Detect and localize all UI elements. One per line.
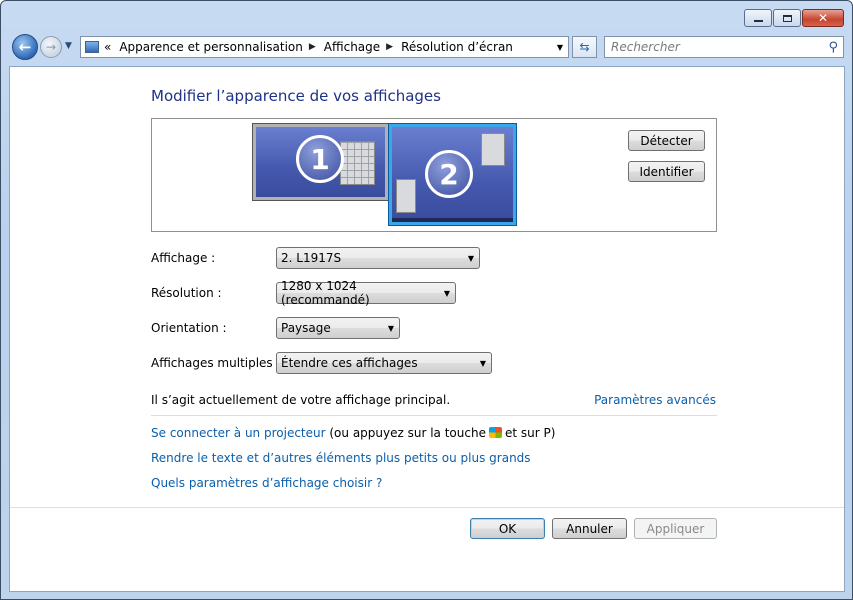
breadcrumb-overflow[interactable]: « (104, 40, 111, 54)
refresh-icon: ⇆ (579, 40, 590, 54)
address-dropdown-icon[interactable]: ▼ (557, 43, 563, 52)
search-box[interactable]: ⚲ (604, 36, 844, 58)
window-thumbnail (481, 133, 505, 166)
cancel-button[interactable]: Annuler (552, 518, 627, 539)
breadcrumb-separator-icon[interactable]: ▶ (309, 42, 316, 52)
identify-button[interactable]: Identifier (628, 161, 705, 182)
display-select-value: 2. L1917S (281, 251, 342, 265)
window: ✕ ← → ▼ « Apparence et personnalisation … (0, 0, 853, 600)
primary-display-info: Il s’agit actuellement de votre affichag… (151, 393, 451, 407)
address-bar[interactable]: « Apparence et personnalisation ▶ Affich… (80, 36, 569, 58)
minimize-button[interactable] (744, 9, 772, 27)
page-title: Modifier l’apparence de vos affichages (151, 87, 441, 105)
projector-line: Se connecter à un projecteur (ou appuyez… (151, 426, 555, 440)
chevron-down-icon: ▼ (479, 358, 486, 368)
monitor-1[interactable]: 1 (252, 123, 389, 201)
refresh-button[interactable]: ⇆ (572, 36, 597, 58)
resolution-label: Résolution : (151, 286, 222, 300)
breadcrumb-separator-icon[interactable]: ▶ (386, 42, 393, 52)
monitor-number: 1 (296, 135, 344, 183)
back-button[interactable]: ← (12, 34, 38, 60)
orientation-label: Orientation : (151, 321, 227, 335)
close-icon: ✕ (817, 11, 829, 25)
minimize-icon (753, 20, 763, 22)
footer-divider (10, 507, 844, 508)
display-label: Affichage : (151, 251, 216, 265)
forward-button[interactable]: → (40, 36, 62, 58)
apply-button[interactable]: Appliquer (634, 518, 717, 539)
resolution-select-value: 1280 x 1024 (recommandé) (281, 279, 370, 307)
caption-buttons: ✕ (744, 9, 844, 27)
back-arrow-icon: ← (18, 38, 32, 56)
windows-key-icon (488, 427, 502, 438)
ok-button[interactable]: OK (470, 518, 545, 539)
orientation-select-value: Paysage (281, 321, 331, 335)
breadcrumb-display[interactable]: Affichage (324, 40, 380, 54)
taskbar-thumbnail (392, 218, 513, 222)
text-size-link[interactable]: Rendre le texte et d’autres éléments plu… (151, 451, 531, 465)
which-settings-link[interactable]: Quels paramètres d’affichage choisir ? (151, 476, 382, 490)
monitor-2[interactable]: 2 (388, 123, 517, 226)
breadcrumb-appearance[interactable]: Apparence et personnalisation (119, 40, 303, 54)
projector-hint-a: (ou appuyez sur la touche (329, 426, 486, 440)
forward-arrow-icon: → (45, 40, 57, 54)
monitor-number: 2 (425, 150, 473, 198)
window-thumbnail (340, 141, 375, 185)
chevron-down-icon: ▼ (65, 41, 72, 51)
display-select[interactable]: 2. L1917S ▼ (276, 247, 480, 269)
advanced-settings-link[interactable]: Paramètres avancés (594, 393, 716, 407)
window-thumbnail (396, 179, 416, 213)
breadcrumb-screen-resolution[interactable]: Résolution d’écran (401, 40, 513, 54)
detect-button[interactable]: Détecter (628, 130, 705, 151)
close-button[interactable]: ✕ (802, 9, 844, 27)
maximize-icon (782, 14, 792, 22)
search-input[interactable] (611, 40, 811, 54)
maximize-button[interactable] (773, 9, 801, 27)
search-icon[interactable]: ⚲ (828, 40, 838, 55)
divider (151, 415, 717, 416)
monitor-arrangement: 1 2 Détecter Identifier (151, 118, 717, 232)
projector-link[interactable]: Se connecter à un projecteur (151, 426, 326, 440)
recent-pages-button[interactable]: ▼ (65, 41, 72, 51)
projector-hint-b: et sur P) (504, 426, 556, 440)
content-pane: Modifier l’apparence de vos affichages 1… (9, 66, 845, 592)
orientation-select[interactable]: Paysage ▼ (276, 317, 400, 339)
chevron-down-icon: ▼ (467, 253, 474, 263)
resolution-select[interactable]: 1280 x 1024 (recommandé) ▼ (276, 279, 456, 307)
control-panel-icon (85, 41, 99, 53)
chevron-down-icon: ▼ (443, 288, 450, 298)
multiple-displays-label: Affichages multiples : (151, 356, 281, 370)
multiple-displays-select[interactable]: Étendre ces affichages ▼ (276, 352, 492, 374)
multiple-displays-select-value: Étendre ces affichages (281, 356, 418, 370)
chevron-down-icon: ▼ (387, 323, 394, 333)
